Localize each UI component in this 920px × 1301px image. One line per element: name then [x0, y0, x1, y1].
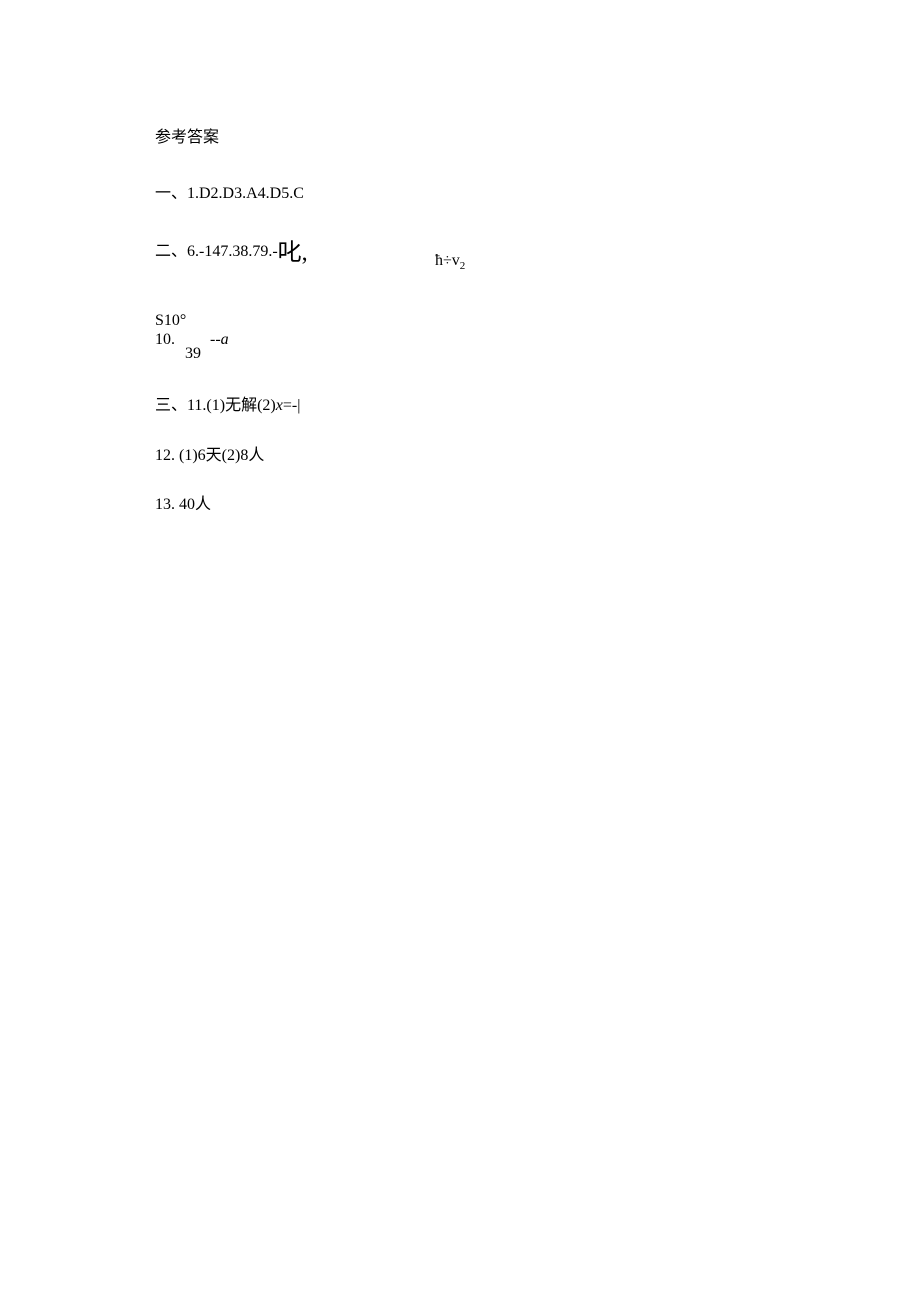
section-three-line2: 12. (1)6天(2)8人 — [155, 443, 920, 469]
section-three-line1: 三、11.(1)无解(2)x=-| — [155, 393, 920, 419]
answer-key-title: 参考答案 — [155, 125, 920, 151]
formula-text: ħ÷v — [435, 252, 460, 269]
s10-label: 10. — [155, 331, 175, 348]
section-two-main: 二、6.-147.38.79.- — [155, 243, 278, 260]
q11-suffix: =-| — [283, 397, 301, 414]
section-two-glyph: 叱, — [278, 240, 308, 266]
block-s10: S10° 10. --a 39 — [155, 311, 920, 349]
formula-hbar: ħ÷v2 — [435, 248, 465, 276]
formula-subscript: 2 — [460, 260, 466, 272]
section-three-line3: 13. 40人 — [155, 492, 920, 518]
s10-a: --a — [210, 330, 229, 349]
s10-mid: 10. --a 39 — [155, 330, 920, 349]
s10-39: 39 — [185, 344, 201, 363]
section-one: 一、1.D2.D3.A4.D5.C — [155, 181, 920, 207]
q11-prefix: 三、11.(1)无解(2) — [155, 397, 276, 414]
s10-top: S10° — [155, 311, 920, 330]
document-content: 参考答案 一、1.D2.D3.A4.D5.C 二、6.-147.38.79.-叱… — [0, 0, 920, 518]
q11-x: x — [276, 397, 283, 414]
section-two: 二、6.-147.38.79.-叱, ħ÷v2 — [155, 230, 920, 268]
